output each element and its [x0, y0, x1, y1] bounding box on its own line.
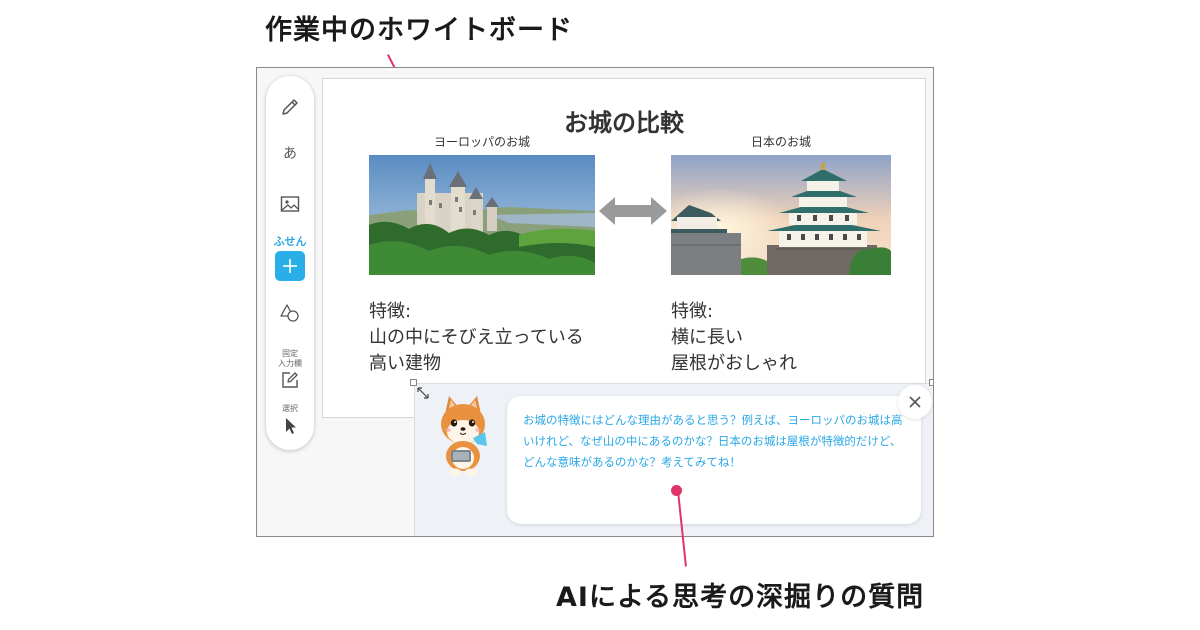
- european-feature-line1: 山の中にそびえ立っている: [369, 327, 584, 348]
- european-castle-photo[interactable]: [369, 155, 595, 275]
- app-window: あ ふせん 固定 入力欄 選択 お城の比較 ヨーロッパのお城 日本のお城 特徴:…: [256, 67, 934, 537]
- text-tool[interactable]: あ: [266, 138, 314, 168]
- close-icon: [909, 396, 921, 408]
- close-ai-panel-button[interactable]: [898, 385, 932, 419]
- japanese-feature-line2: 屋根がおしゃれ: [671, 353, 797, 374]
- tool-palette: あ ふせん 固定 入力欄 選択: [266, 76, 314, 450]
- promo-image: 作業中のホワイトボード あ ふせん 固定 入力欄 選択 お城の比較 ヨーロッパの…: [0, 0, 1200, 630]
- pen-tool[interactable]: [266, 92, 314, 122]
- plus-icon: [283, 259, 297, 273]
- image-tool[interactable]: [266, 189, 314, 219]
- panel-resize-handle-right[interactable]: [929, 379, 933, 386]
- comparison-arrow[interactable]: [597, 191, 669, 231]
- sticky-note-label: ふせん: [273, 235, 307, 248]
- fixed-input-label-line1: 固定: [282, 349, 298, 358]
- edit-box-icon: [282, 372, 298, 388]
- ai-question-callout-label: AIによる思考の深掘りの質問: [556, 582, 925, 613]
- fixed-input-tool[interactable]: 固定 入力欄: [266, 344, 314, 394]
- text-tool-glyph: あ: [283, 146, 297, 162]
- add-sticky-note-button[interactable]: [275, 251, 305, 281]
- european-feature-line2: 高い建物: [369, 353, 441, 374]
- ai-question-text: お城の特徴にはどんな理由があると思う？例えば、ヨーロッパのお城は高いけれど、なぜ…: [523, 413, 903, 469]
- japanese-castle-features[interactable]: 特徴: 横に長い 屋根がおしゃれ: [671, 299, 797, 377]
- double-arrow-icon: [599, 197, 667, 225]
- japanese-castle-caption: 日本のお城: [750, 135, 811, 149]
- european-castle-caption: ヨーロッパのお城: [433, 135, 530, 149]
- sticky-note-tool[interactable]: ふせん: [266, 231, 314, 283]
- select-tool[interactable]: 選択: [266, 402, 314, 436]
- whiteboard-canvas[interactable]: お城の比較 ヨーロッパのお城 日本のお城 特徴: 山の中にそびえ立っている 高い…: [322, 78, 926, 418]
- shapes-icon: [280, 304, 299, 322]
- japanese-feature-line1: 横に長い: [671, 327, 743, 348]
- whiteboard-callout-label: 作業中のホワイトボード: [265, 15, 573, 46]
- japanese-feature-heading: 特徴:: [671, 301, 714, 322]
- cursor-icon: [286, 417, 296, 434]
- select-tool-label: 選択: [282, 403, 298, 413]
- ai-question-bubble: お城の特徴にはどんな理由があると思う？例えば、ヨーロッパのお城は高いけれど、なぜ…: [507, 396, 921, 524]
- shape-tool[interactable]: [266, 298, 314, 328]
- pencil-icon: [282, 99, 298, 115]
- european-feature-heading: 特徴:: [369, 301, 412, 322]
- resize-icon[interactable]: [416, 385, 430, 399]
- european-castle-features[interactable]: 特徴: 山の中にそびえ立っている 高い建物: [369, 299, 584, 377]
- shiba-mascot-icon: [433, 392, 493, 476]
- image-icon: [280, 196, 300, 212]
- ai-question-panel: お城の特徴にはどんな理由があると思う？例えば、ヨーロッパのお城は高いけれど、なぜ…: [414, 383, 933, 536]
- japanese-castle-photo[interactable]: [671, 155, 891, 275]
- fixed-input-label-line2: 入力欄: [278, 359, 302, 368]
